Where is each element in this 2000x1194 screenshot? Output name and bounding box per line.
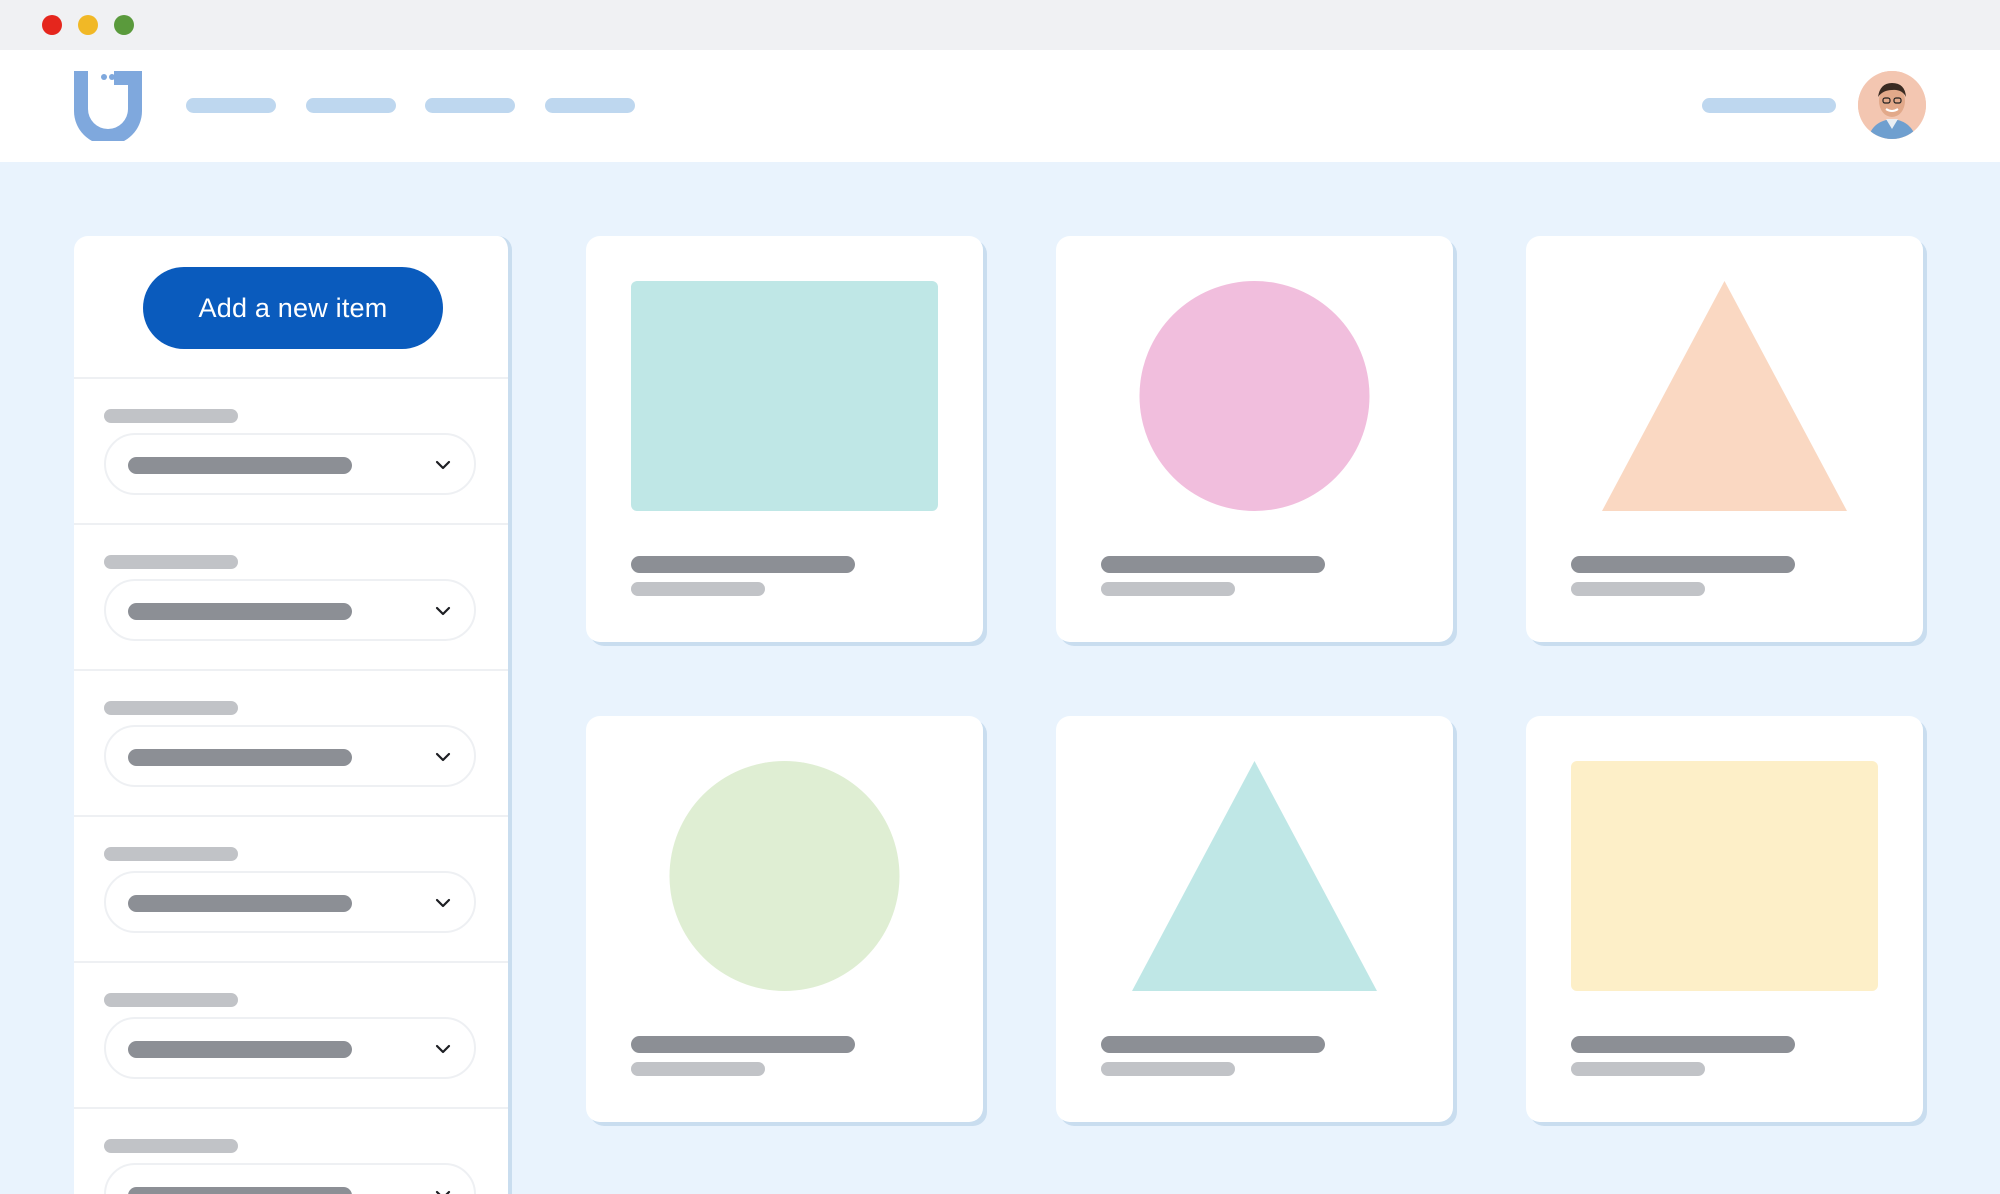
- filter-dropdown-1[interactable]: [104, 433, 476, 495]
- card-shape: [669, 761, 900, 991]
- filter-sidebar: Add a new item: [74, 236, 512, 1194]
- filter-value-placeholder: [128, 603, 352, 620]
- filter-dropdown-6[interactable]: [104, 1163, 476, 1194]
- card-subtitle-placeholder: [1101, 582, 1235, 596]
- filter-group-4: [74, 815, 508, 961]
- item-card-2[interactable]: [1056, 236, 1453, 642]
- triangle-shape-icon: [1132, 761, 1377, 991]
- rectangle-shape-icon: [1571, 761, 1878, 991]
- triangle-shape-icon: [1602, 281, 1847, 511]
- user-avatar[interactable]: [1858, 71, 1926, 139]
- card-title-placeholder: [1571, 556, 1795, 573]
- filter-value-placeholder: [128, 1187, 352, 1194]
- minimize-window-button[interactable]: [78, 15, 98, 35]
- close-window-button[interactable]: [42, 15, 62, 35]
- circle-shape-icon: [669, 761, 900, 991]
- filter-label-placeholder: [104, 701, 238, 715]
- add-new-item-button[interactable]: Add a new item: [143, 267, 443, 349]
- card-shape: [631, 281, 938, 511]
- user-menu-link[interactable]: [1702, 98, 1836, 113]
- card-subtitle-placeholder: [1571, 1062, 1705, 1076]
- card-title-placeholder: [1571, 1036, 1795, 1053]
- chevron-down-icon: [435, 460, 451, 470]
- nav-link-3[interactable]: [425, 98, 515, 113]
- card-shape: [1139, 281, 1370, 511]
- filter-group-1: [74, 377, 508, 523]
- filter-group-2: [74, 523, 508, 669]
- card-title-placeholder: [631, 556, 855, 573]
- filter-dropdown-3[interactable]: [104, 725, 476, 787]
- filter-label-placeholder: [104, 555, 238, 569]
- item-card-4[interactable]: [586, 716, 983, 1122]
- nav-link-2[interactable]: [306, 98, 396, 113]
- card-title-placeholder: [1101, 1036, 1325, 1053]
- chevron-down-icon: [435, 752, 451, 762]
- card-subtitle-placeholder: [631, 1062, 765, 1076]
- filter-label-placeholder: [104, 847, 238, 861]
- item-card-5[interactable]: [1056, 716, 1453, 1122]
- card-subtitle-placeholder: [631, 582, 765, 596]
- window-titlebar: [0, 0, 2000, 50]
- chevron-down-icon: [435, 1190, 451, 1194]
- item-card-6[interactable]: [1526, 716, 1923, 1122]
- nav-link-1[interactable]: [186, 98, 276, 113]
- filter-value-placeholder: [128, 749, 352, 766]
- card-subtitle-placeholder: [1101, 1062, 1235, 1076]
- filter-value-placeholder: [128, 1041, 352, 1058]
- filter-label-placeholder: [104, 993, 238, 1007]
- chevron-down-icon: [435, 1044, 451, 1054]
- filter-dropdown-2[interactable]: [104, 579, 476, 641]
- filter-value-placeholder: [128, 457, 352, 474]
- chevron-down-icon: [435, 898, 451, 908]
- top-navbar: [0, 50, 2000, 162]
- card-title-placeholder: [1101, 556, 1325, 573]
- hand-logo-icon[interactable]: [74, 71, 142, 141]
- filter-dropdown-4[interactable]: [104, 871, 476, 933]
- avatar-photo-icon: [1858, 71, 1926, 139]
- item-card-3[interactable]: [1526, 236, 1923, 642]
- filter-label-placeholder: [104, 409, 238, 423]
- card-shape: [1602, 281, 1847, 511]
- card-subtitle-placeholder: [1571, 582, 1705, 596]
- filter-value-placeholder: [128, 895, 352, 912]
- filter-group-3: [74, 669, 508, 815]
- filter-group-5: [74, 961, 508, 1107]
- card-shape: [1132, 761, 1377, 991]
- item-card-1[interactable]: [586, 236, 983, 642]
- filter-label-placeholder: [104, 1139, 238, 1153]
- filter-group-6: [74, 1107, 508, 1194]
- chevron-down-icon: [435, 606, 451, 616]
- circle-shape-icon: [1139, 281, 1370, 511]
- card-shape: [1571, 761, 1878, 991]
- nav-link-4[interactable]: [545, 98, 635, 113]
- card-title-placeholder: [631, 1036, 855, 1053]
- rectangle-shape-icon: [631, 281, 938, 511]
- filter-dropdown-5[interactable]: [104, 1017, 476, 1079]
- maximize-window-button[interactable]: [114, 15, 134, 35]
